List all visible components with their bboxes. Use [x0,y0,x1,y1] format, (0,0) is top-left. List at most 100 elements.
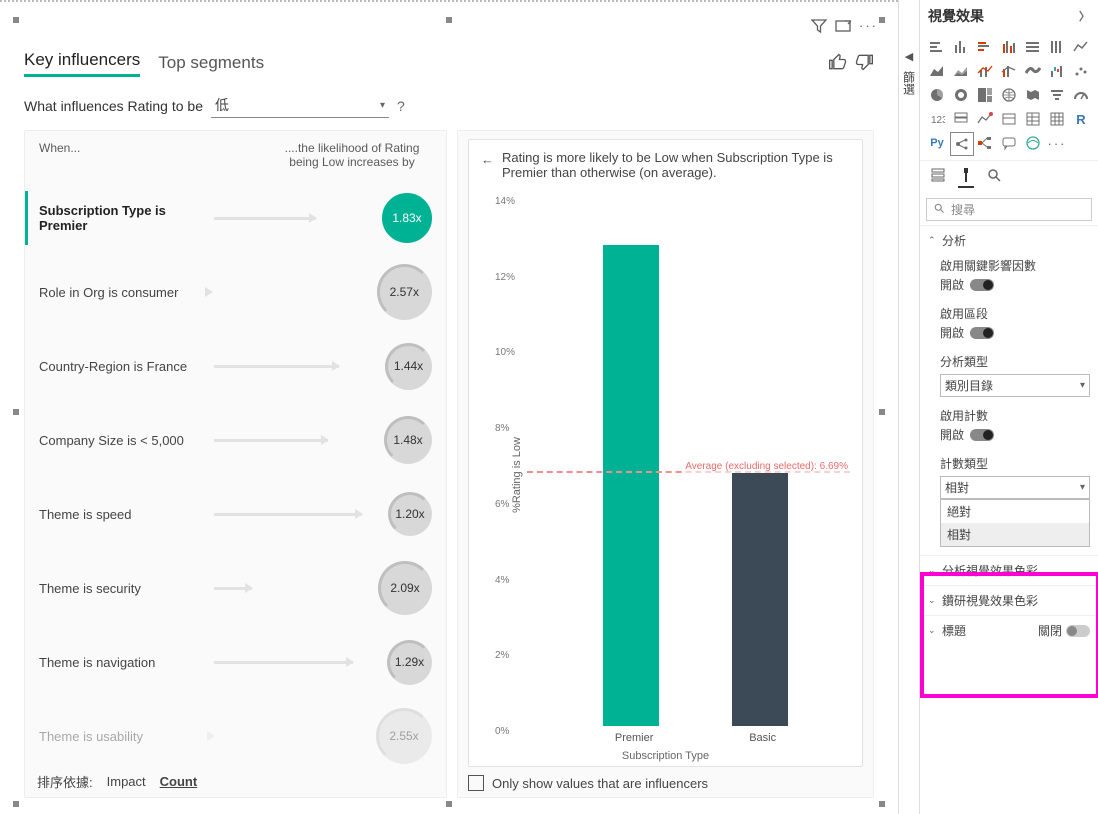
question-prefix: What influences Rating to be [24,98,203,114]
sort-count[interactable]: Count [160,774,198,789]
influencer-row[interactable]: Subscription Type is Premier 1.83x [39,181,432,255]
matrix-icon[interactable] [1046,108,1068,130]
influencer-bubble[interactable]: 2.55x [376,708,432,764]
100-stacked-column-icon[interactable] [1046,36,1068,58]
waterfall-icon[interactable] [1046,60,1068,82]
connector-line [214,217,316,220]
chart-bar[interactable] [732,473,788,726]
count-type-label: 計數類型 [940,455,1090,472]
influencer-bubble[interactable]: 2.57x [377,264,432,320]
influencer-row[interactable]: Role in Org is consumer2.57x [39,255,432,329]
map-icon[interactable] [998,84,1020,106]
influencer-bubble[interactable]: 1.20x [388,492,432,536]
visualizations-pane: 視覺效果 〉 [919,0,1098,814]
chevron-down-icon: ⌄ [928,625,942,636]
influence-value-dropdown[interactable]: 低 ▾ [211,93,389,118]
filters-pane-collapsed[interactable]: ◀ 篩選 [898,0,919,814]
influencer-row[interactable]: Theme is navigation1.29x [39,625,432,699]
only-influencers-checkbox[interactable] [468,775,484,791]
analysis-type-select[interactable]: 類別目錄 ▾ [940,374,1090,397]
average-reference-line: Average (excluding selected): 6.69% [527,471,850,473]
treemap-icon[interactable] [974,84,996,106]
influencer-row[interactable]: Country-Region is France 1.44x [39,329,432,403]
line-icon[interactable] [1070,36,1092,58]
stacked-column-icon[interactable] [950,36,972,58]
multirow-card-icon[interactable] [950,108,972,130]
filter-icon[interactable] [811,18,827,37]
section-analysis[interactable]: ⌃ 分析 [920,225,1098,255]
filled-map-icon[interactable] [1022,84,1044,106]
arcgis-icon[interactable] [1022,132,1044,154]
stacked-area-icon[interactable] [950,60,972,82]
average-reference-label: Average (excluding selected): 6.69% [683,460,850,473]
influencer-bubble[interactable]: 1.83x [382,193,432,243]
donut-icon[interactable] [950,84,972,106]
clustered-bar-icon[interactable] [974,36,996,58]
sort-impact[interactable]: Impact [107,774,146,789]
table-icon[interactable] [1022,108,1044,130]
card-icon[interactable]: 123 [926,108,948,130]
chevron-left-icon[interactable]: ◀ [905,50,913,63]
count-type-select[interactable]: 相對 ▾ [940,476,1090,499]
thumbs-down-icon[interactable] [854,52,874,77]
decomposition-tree-icon[interactable] [974,132,996,154]
tab-top-segments[interactable]: Top segments [158,53,264,77]
thumbs-up-icon[interactable] [828,52,848,77]
fields-tab-icon[interactable] [930,167,946,188]
x-category-label: Basic [749,732,776,744]
visual-frame[interactable]: ··· Key influencers Top segments [16,20,882,804]
enable-ki-toggle[interactable] [970,279,994,291]
influencer-bubble[interactable]: 2.09x [378,561,432,615]
count-type-option-relative[interactable]: 相對 [941,523,1089,546]
funnel-icon[interactable] [1046,84,1068,106]
chevron-right-icon[interactable]: 〉 [1079,8,1090,24]
enable-seg-toggle[interactable] [970,327,994,339]
back-arrow-icon[interactable]: ← [481,152,494,167]
influencer-label: Subscription Type is Premier [39,203,214,233]
help-icon[interactable]: ? [397,98,405,114]
enable-count-toggle[interactable] [970,429,994,441]
influencer-row[interactable]: Theme is security2.09x [39,551,432,625]
list-head-likelihood: ....the likelihood of Rating being Low i… [272,141,432,169]
py-visual-icon[interactable]: Py [926,132,948,154]
stacked-bar-icon[interactable] [926,36,948,58]
scatter-icon[interactable] [1070,60,1092,82]
tab-key-influencers[interactable]: Key influencers [24,50,140,77]
clustered-column-icon[interactable] [998,36,1020,58]
section-analysis-colors[interactable]: ⌄ 分析視覺效果色彩 [920,555,1098,585]
gauge-icon[interactable] [1070,84,1092,106]
kpi-icon[interactable] [974,108,996,130]
chevron-down-icon: ⌄ [928,595,942,606]
influencer-row[interactable]: Company Size is < 5,0001.48x [39,403,432,477]
analytics-tab-icon[interactable] [986,167,1002,188]
pie-icon[interactable] [926,84,948,106]
section-title[interactable]: ⌄ 標題 關閉 [920,615,1098,645]
format-tab-icon[interactable] [958,167,974,188]
combo2-icon[interactable] [998,60,1020,82]
more-visuals-icon[interactable]: ··· [1046,132,1068,154]
count-type-option-absolute[interactable]: 絕對 [941,500,1089,523]
qna-icon[interactable] [998,132,1020,154]
focus-mode-icon[interactable] [835,18,851,37]
slicer-icon[interactable] [998,108,1020,130]
key-influencers-icon[interactable] [950,132,974,156]
chevron-up-icon: ⌃ [928,235,942,246]
chart-bar[interactable] [603,245,659,726]
section-drill-colors[interactable]: ⌄ 鑽研視覺效果色彩 [920,585,1098,615]
ribbon-icon[interactable] [1022,60,1044,82]
influencer-bubble[interactable]: 1.29x [387,640,432,685]
combo-icon[interactable] [974,60,996,82]
influencer-bubble[interactable]: 1.44x [385,343,432,390]
100-stacked-bar-icon[interactable] [1022,36,1044,58]
format-search-input[interactable]: 搜尋 [926,198,1092,221]
influencer-label: Country-Region is France [39,359,214,374]
influencer-row[interactable]: Theme is usability2.55x [39,699,432,773]
influencer-bubble[interactable]: 1.48x [384,416,432,464]
chevron-down-icon: ▾ [380,100,385,111]
title-toggle[interactable] [1066,625,1090,637]
r-visual-icon[interactable]: R [1070,108,1092,130]
more-options-icon[interactable]: ··· [859,18,878,37]
influencer-row[interactable]: Theme is speed1.20x [39,477,432,551]
area-icon[interactable] [926,60,948,82]
visualizations-title: 視覺效果 [928,6,984,26]
